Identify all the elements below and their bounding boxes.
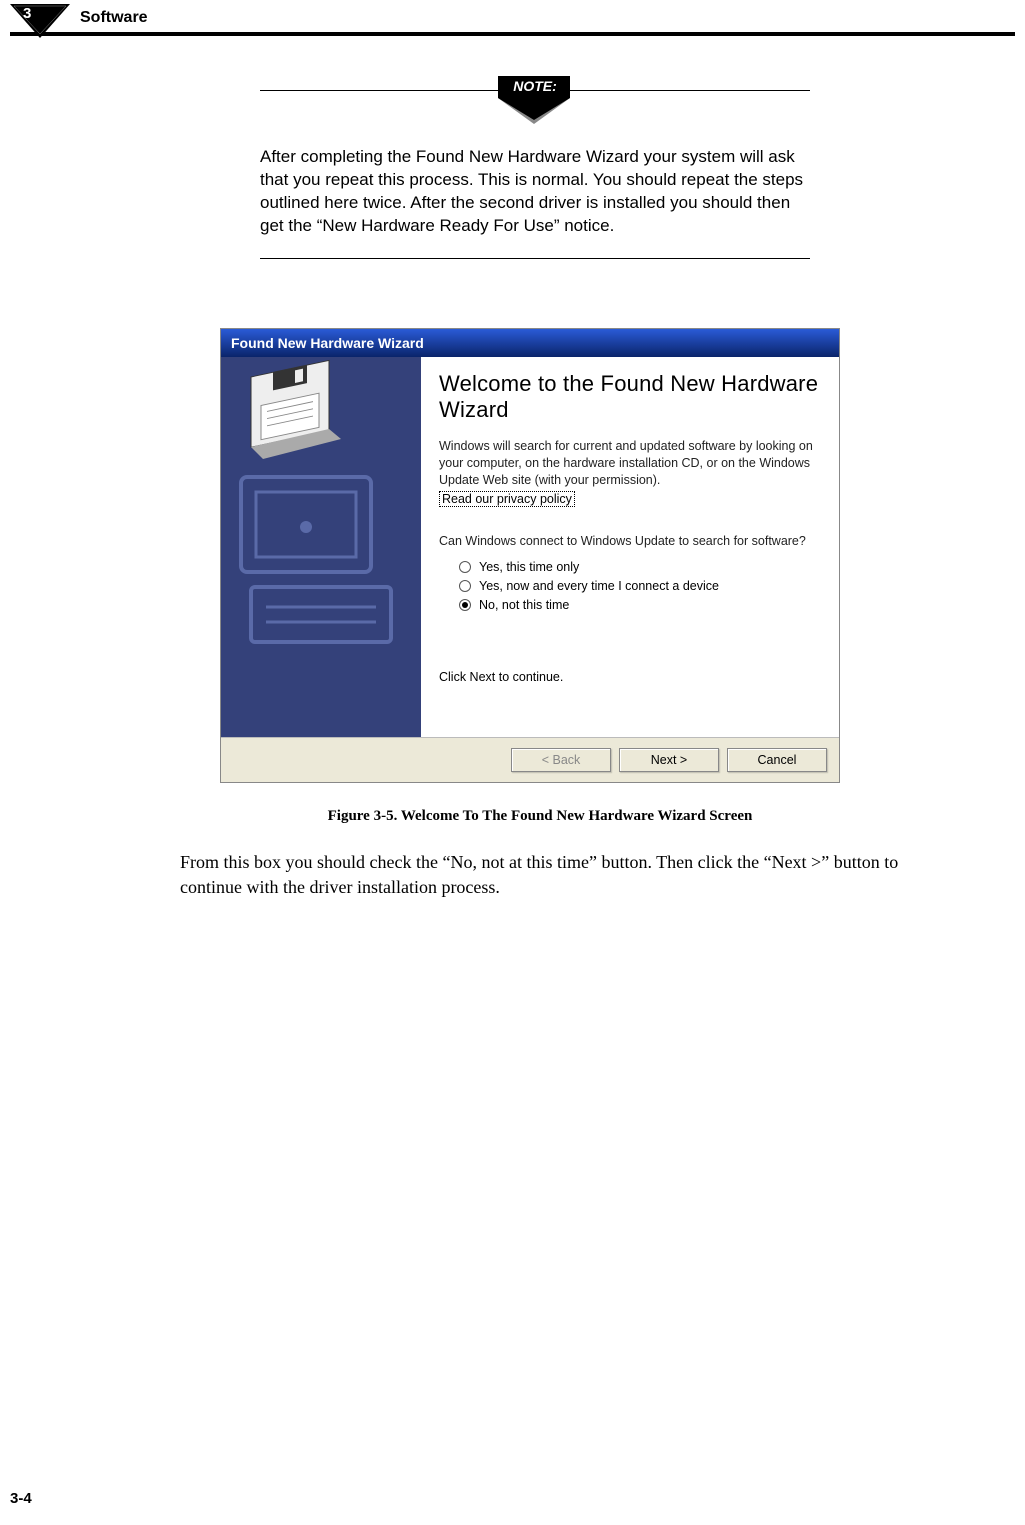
- note-block: NOTE: After completing the Found New Har…: [260, 90, 810, 259]
- wizard-heading: Welcome to the Found New Hardware Wizard: [439, 371, 823, 424]
- section-title: Software: [80, 9, 148, 27]
- dialog-titlebar: Found New Hardware Wizard: [221, 329, 839, 357]
- wizard-continue-text: Click Next to continue.: [439, 670, 823, 684]
- wizard-graphic-icon: [221, 357, 421, 737]
- dialog-button-bar: < Back Next > Cancel: [221, 737, 839, 782]
- radio-label: No, not this time: [479, 598, 569, 612]
- wizard-sidebar: [221, 357, 421, 737]
- wizard-content: Welcome to the Found New Hardware Wizard…: [421, 357, 839, 737]
- radio-label: Yes, now and every time I connect a devi…: [479, 579, 719, 593]
- page-number: 3-4: [10, 1490, 32, 1507]
- header-rule: [10, 10, 1015, 36]
- figure-caption: Figure 3-5. Welcome To The Found New Har…: [240, 808, 840, 825]
- back-button: < Back: [511, 748, 611, 772]
- chapter-chevron-icon: [10, 4, 70, 38]
- radio-option-yes-once[interactable]: Yes, this time only: [439, 560, 823, 574]
- radio-icon[interactable]: [459, 561, 471, 573]
- cancel-button[interactable]: Cancel: [727, 748, 827, 772]
- wizard-intro: Windows will search for current and upda…: [439, 438, 823, 489]
- body-paragraph: From this box you should check the “No, …: [180, 850, 930, 900]
- note-rule-bottom: [260, 258, 810, 259]
- note-label: NOTE:: [513, 78, 557, 94]
- dialog-body: Welcome to the Found New Hardware Wizard…: [221, 357, 839, 737]
- next-button[interactable]: Next >: [619, 748, 719, 772]
- chapter-badge: [10, 4, 70, 38]
- radio-label: Yes, this time only: [479, 560, 579, 574]
- wizard-question: Can Windows connect to Windows Update to…: [439, 533, 823, 550]
- radio-option-yes-always[interactable]: Yes, now and every time I connect a devi…: [439, 579, 823, 593]
- radio-icon[interactable]: [459, 580, 471, 592]
- note-text: After completing the Found New Hardware …: [260, 146, 810, 238]
- chapter-number: 3: [23, 5, 31, 22]
- wizard-dialog: Found New Hardware Wizard: [220, 328, 840, 783]
- privacy-policy-link[interactable]: Read our privacy policy: [439, 491, 575, 507]
- radio-option-no[interactable]: No, not this time: [439, 598, 823, 612]
- radio-icon-checked[interactable]: [459, 599, 471, 611]
